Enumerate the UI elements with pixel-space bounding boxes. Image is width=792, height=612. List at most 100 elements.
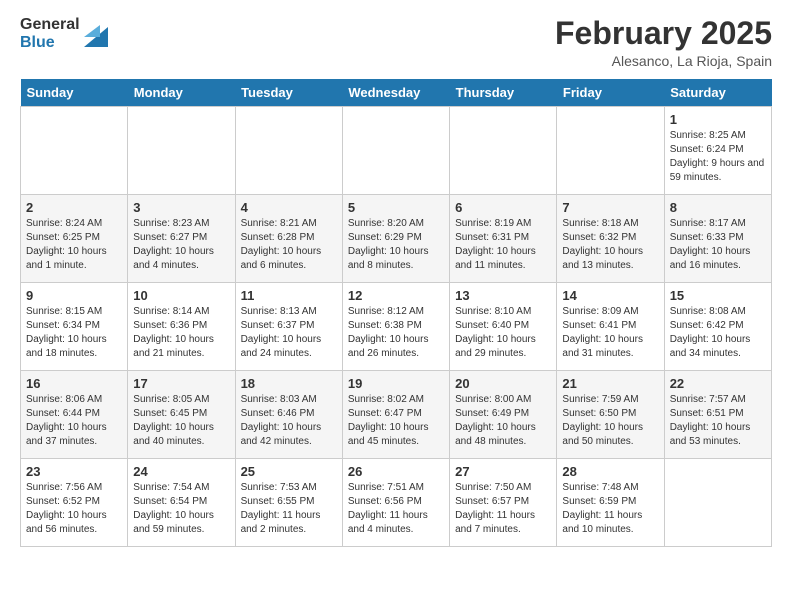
day-number: 11 xyxy=(241,288,337,303)
cell-info: Sunrise: 8:10 AM Sunset: 6:40 PM Dayligh… xyxy=(455,305,551,361)
table-row: 21 Sunrise: 7:59 AM Sunset: 6:50 PM Dayli… xyxy=(557,371,664,459)
table-row: 2 Sunrise: 8:24 AM Sunset: 6:25 PM Daylig… xyxy=(21,195,128,283)
cell-info: Sunrise: 7:48 AM Sunset: 6:59 PM Dayligh… xyxy=(562,481,658,537)
table-row: 6 Sunrise: 8:19 AM Sunset: 6:31 PM Daylig… xyxy=(450,195,557,283)
cell-info: Sunrise: 8:13 AM Sunset: 6:37 PM Dayligh… xyxy=(241,305,337,361)
cell-info: Sunrise: 8:03 AM Sunset: 6:46 PM Dayligh… xyxy=(241,393,337,449)
cell-info: Sunrise: 8:18 AM Sunset: 6:32 PM Dayligh… xyxy=(562,217,658,273)
table-row xyxy=(664,459,771,547)
day-number: 18 xyxy=(241,376,337,391)
cell-info: Sunrise: 7:50 AM Sunset: 6:57 PM Dayligh… xyxy=(455,481,551,537)
table-row: 3Sunrise: 8:23 AM Sunset: 6:27 PM Daylig… xyxy=(128,195,235,283)
calendar-title: February 2025 xyxy=(555,16,772,51)
cell-info: Sunrise: 8:14 AM Sunset: 6:36 PM Dayligh… xyxy=(133,305,229,361)
table-row: 1 Sunrise: 8:25 AM Sunset: 6:24 PM Daylig… xyxy=(664,107,771,195)
day-number: 10 xyxy=(133,288,229,303)
cell-info: Sunrise: 8:20 AM Sunset: 6:29 PM Dayligh… xyxy=(348,217,444,273)
header-wednesday: Wednesday xyxy=(342,79,449,107)
table-row xyxy=(342,107,449,195)
logo-icon xyxy=(84,17,108,47)
cell-info: Sunrise: 7:57 AM Sunset: 6:51 PM Dayligh… xyxy=(670,393,766,449)
cell-info: Sunrise: 7:59 AM Sunset: 6:50 PM Dayligh… xyxy=(562,393,658,449)
table-row xyxy=(235,107,342,195)
header-tuesday: Tuesday xyxy=(235,79,342,107)
day-number: 12 xyxy=(348,288,444,303)
table-row xyxy=(128,107,235,195)
table-row: 22 Sunrise: 7:57 AM Sunset: 6:51 PM Dayli… xyxy=(664,371,771,459)
table-row: 12 Sunrise: 8:12 AM Sunset: 6:38 PM Dayli… xyxy=(342,283,449,371)
table-row xyxy=(21,107,128,195)
cell-info: Sunrise: 7:51 AM Sunset: 6:56 PM Dayligh… xyxy=(348,481,444,537)
day-number: 19 xyxy=(348,376,444,391)
cell-info: Sunrise: 8:21 AM Sunset: 6:28 PM Dayligh… xyxy=(241,217,337,273)
table-row: 23 Sunrise: 7:56 AM Sunset: 6:52 PM Dayli… xyxy=(21,459,128,547)
table-row: 19 Sunrise: 8:02 AM Sunset: 6:47 PM Dayli… xyxy=(342,371,449,459)
table-row: 4 Sunrise: 8:21 AM Sunset: 6:28 PM Daylig… xyxy=(235,195,342,283)
day-number: 2 xyxy=(26,200,122,215)
logo-general-text: General xyxy=(20,16,80,34)
calendar-week-row: 23 Sunrise: 7:56 AM Sunset: 6:52 PM Dayli… xyxy=(21,459,772,547)
table-row: 24Sunrise: 7:54 AM Sunset: 6:54 PM Dayli… xyxy=(128,459,235,547)
cell-info: Sunrise: 8:00 AM Sunset: 6:49 PM Dayligh… xyxy=(455,393,551,449)
cell-info: Sunrise: 8:17 AM Sunset: 6:33 PM Dayligh… xyxy=(670,217,766,273)
day-number: 17 xyxy=(133,376,229,391)
day-number: 8 xyxy=(670,200,766,215)
calendar-week-row: 16Sunrise: 8:06 AM Sunset: 6:44 PM Dayli… xyxy=(21,371,772,459)
cell-info: Sunrise: 8:25 AM Sunset: 6:24 PM Dayligh… xyxy=(670,129,766,185)
table-row: 8 Sunrise: 8:17 AM Sunset: 6:33 PM Daylig… xyxy=(664,195,771,283)
table-row: 13 Sunrise: 8:10 AM Sunset: 6:40 PM Dayli… xyxy=(450,283,557,371)
table-row: 18 Sunrise: 8:03 AM Sunset: 6:46 PM Dayli… xyxy=(235,371,342,459)
cell-info: Sunrise: 8:05 AM Sunset: 6:45 PM Dayligh… xyxy=(133,393,229,449)
day-number: 4 xyxy=(241,200,337,215)
day-number: 9 xyxy=(26,288,122,303)
day-number: 20 xyxy=(455,376,551,391)
day-number: 23 xyxy=(26,464,122,479)
table-row xyxy=(450,107,557,195)
day-number: 16 xyxy=(26,376,122,391)
day-number: 27 xyxy=(455,464,551,479)
cell-info: Sunrise: 8:09 AM Sunset: 6:41 PM Dayligh… xyxy=(562,305,658,361)
day-number: 6 xyxy=(455,200,551,215)
day-number: 26 xyxy=(348,464,444,479)
cell-info: Sunrise: 8:19 AM Sunset: 6:31 PM Dayligh… xyxy=(455,217,551,273)
cell-info: Sunrise: 8:12 AM Sunset: 6:38 PM Dayligh… xyxy=(348,305,444,361)
header-friday: Friday xyxy=(557,79,664,107)
table-row: 16Sunrise: 8:06 AM Sunset: 6:44 PM Dayli… xyxy=(21,371,128,459)
logo: General Blue xyxy=(20,16,108,51)
cell-info: Sunrise: 7:54 AM Sunset: 6:54 PM Dayligh… xyxy=(133,481,229,537)
table-row xyxy=(557,107,664,195)
table-row: 5 Sunrise: 8:20 AM Sunset: 6:29 PM Daylig… xyxy=(342,195,449,283)
table-row: 10 Sunrise: 8:14 AM Sunset: 6:36 PM Dayli… xyxy=(128,283,235,371)
day-number: 7 xyxy=(562,200,658,215)
header-saturday: Saturday xyxy=(664,79,771,107)
logo-blue-text: Blue xyxy=(20,34,80,52)
day-number: 14 xyxy=(562,288,658,303)
day-number: 3 xyxy=(133,200,229,215)
cell-info: Sunrise: 8:08 AM Sunset: 6:42 PM Dayligh… xyxy=(670,305,766,361)
table-row: 14 Sunrise: 8:09 AM Sunset: 6:41 PM Dayli… xyxy=(557,283,664,371)
table-row: 15Sunrise: 8:08 AM Sunset: 6:42 PM Dayli… xyxy=(664,283,771,371)
cell-info: Sunrise: 8:24 AM Sunset: 6:25 PM Dayligh… xyxy=(26,217,122,273)
day-number: 13 xyxy=(455,288,551,303)
cell-info: Sunrise: 8:15 AM Sunset: 6:34 PM Dayligh… xyxy=(26,305,122,361)
cell-info: Sunrise: 7:56 AM Sunset: 6:52 PM Dayligh… xyxy=(26,481,122,537)
day-number: 22 xyxy=(670,376,766,391)
cell-info: Sunrise: 8:02 AM Sunset: 6:47 PM Dayligh… xyxy=(348,393,444,449)
day-number: 25 xyxy=(241,464,337,479)
table-row: 20 Sunrise: 8:00 AM Sunset: 6:49 PM Dayli… xyxy=(450,371,557,459)
header-thursday: Thursday xyxy=(450,79,557,107)
title-block: February 2025 Alesanco, La Rioja, Spain xyxy=(555,16,772,69)
page-header: General Blue February 2025 Alesanco, La … xyxy=(20,16,772,69)
calendar-subtitle: Alesanco, La Rioja, Spain xyxy=(555,53,772,69)
table-row: 28Sunrise: 7:48 AM Sunset: 6:59 PM Dayli… xyxy=(557,459,664,547)
day-number: 21 xyxy=(562,376,658,391)
table-row: 7 Sunrise: 8:18 AM Sunset: 6:32 PM Daylig… xyxy=(557,195,664,283)
table-row: 9 Sunrise: 8:15 AM Sunset: 6:34 PM Daylig… xyxy=(21,283,128,371)
day-number: 5 xyxy=(348,200,444,215)
day-number: 1 xyxy=(670,112,766,127)
table-row: 17 Sunrise: 8:05 AM Sunset: 6:45 PM Dayli… xyxy=(128,371,235,459)
table-row: 26 Sunrise: 7:51 AM Sunset: 6:56 PM Dayli… xyxy=(342,459,449,547)
header-sunday: Sunday xyxy=(21,79,128,107)
calendar-header-row: Sunday Monday Tuesday Wednesday Thursday… xyxy=(21,79,772,107)
calendar-table: Sunday Monday Tuesday Wednesday Thursday… xyxy=(20,79,772,547)
